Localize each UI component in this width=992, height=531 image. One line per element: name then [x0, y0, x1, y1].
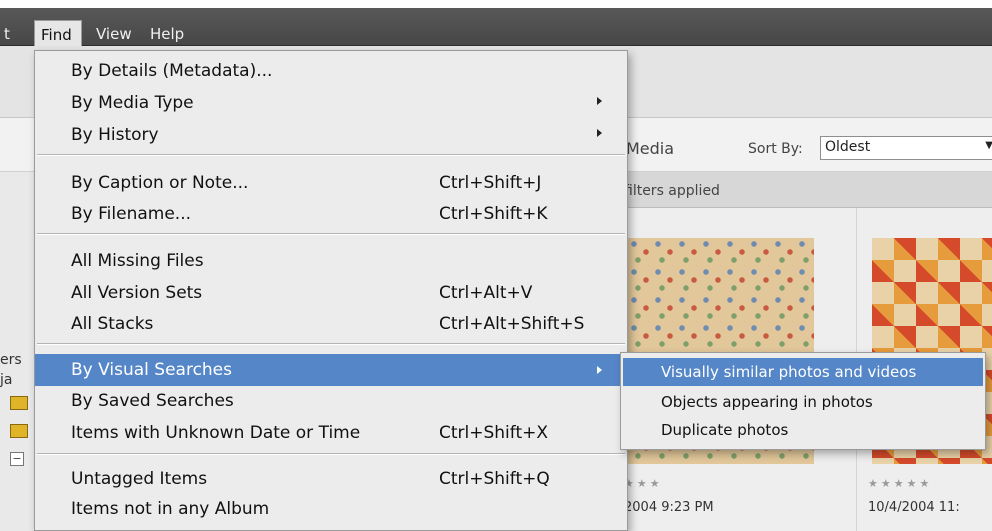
folder-icon[interactable] — [10, 396, 28, 410]
thumbnail-date: 10/4/2004 11: — [868, 500, 960, 515]
rating-stars[interactable]: ★★★★★ — [868, 477, 932, 490]
left-panel-label: ja — [0, 372, 13, 388]
people-icon[interactable] — [10, 424, 28, 438]
top-edge — [0, 0, 992, 8]
menu-item-version-sets[interactable]: All Version Sets Ctrl+Alt+V — [35, 279, 627, 307]
collapse-toggle[interactable]: − — [10, 452, 24, 466]
app-window: t Find View Help Media Sort By: Oldest ▼… — [0, 0, 992, 531]
menu-separator — [37, 453, 625, 455]
find-menu: By Details (Metadata)... By Media Type B… — [34, 50, 628, 531]
sort-by-select[interactable]: Oldest ▼ — [820, 136, 992, 160]
left-panel-label: ers — [0, 352, 22, 368]
menu-item-by-media-type[interactable]: By Media Type — [35, 89, 627, 117]
menu-item-all-stacks[interactable]: All Stacks Ctrl+Alt+Shift+S — [35, 310, 627, 338]
menu-separator — [37, 343, 625, 345]
menu-view[interactable]: View — [96, 18, 132, 48]
menu-item-not-in-album[interactable]: Items not in any Album — [35, 495, 627, 523]
menu-item-unknown-date[interactable]: Items with Unknown Date or Time Ctrl+Shi… — [35, 419, 627, 447]
menu-help[interactable]: Help — [150, 18, 184, 48]
thumbnail-date: 2004 9:23 PM — [624, 500, 714, 515]
sort-by-label: Sort By: — [748, 141, 803, 157]
sort-by-value: Oldest — [825, 139, 871, 155]
menu-item-saved-searches[interactable]: By Saved Searches — [35, 387, 627, 415]
submenu-item-visually-similar[interactable]: Visually similar photos and videos — [623, 358, 983, 386]
menu-item-untagged[interactable]: Untagged Items Ctrl+Shift+Q — [35, 465, 627, 493]
submenu-item-objects[interactable]: Objects appearing in photos — [623, 388, 983, 416]
menu-item-by-caption[interactable]: By Caption or Note... Ctrl+Shift+J — [35, 169, 627, 197]
visual-searches-submenu: Visually similar photos and videos Objec… — [620, 352, 986, 450]
menu-item-by-details[interactable]: By Details (Metadata)... — [35, 57, 627, 85]
menu-edit-partial[interactable]: t — [4, 18, 10, 48]
media-label: Media — [626, 139, 675, 158]
submenu-arrow-icon — [597, 129, 602, 137]
menu-separator — [37, 154, 625, 156]
filters-status: filters applied — [624, 183, 720, 199]
menubar: t Find View Help — [0, 8, 992, 51]
submenu-item-duplicates[interactable]: Duplicate photos — [623, 416, 983, 444]
submenu-arrow-icon — [597, 366, 602, 374]
chevron-down-icon: ▼ — [985, 140, 992, 151]
menu-item-by-filename[interactable]: By Filename... Ctrl+Shift+K — [35, 200, 627, 228]
menu-item-missing-files[interactable]: All Missing Files — [35, 247, 627, 275]
submenu-arrow-icon — [597, 97, 602, 105]
rating-stars[interactable]: ★★★ — [624, 477, 663, 490]
menu-separator — [37, 233, 625, 235]
menu-item-by-history[interactable]: By History — [35, 121, 627, 149]
menu-item-visual-searches[interactable]: By Visual Searches — [35, 354, 627, 386]
